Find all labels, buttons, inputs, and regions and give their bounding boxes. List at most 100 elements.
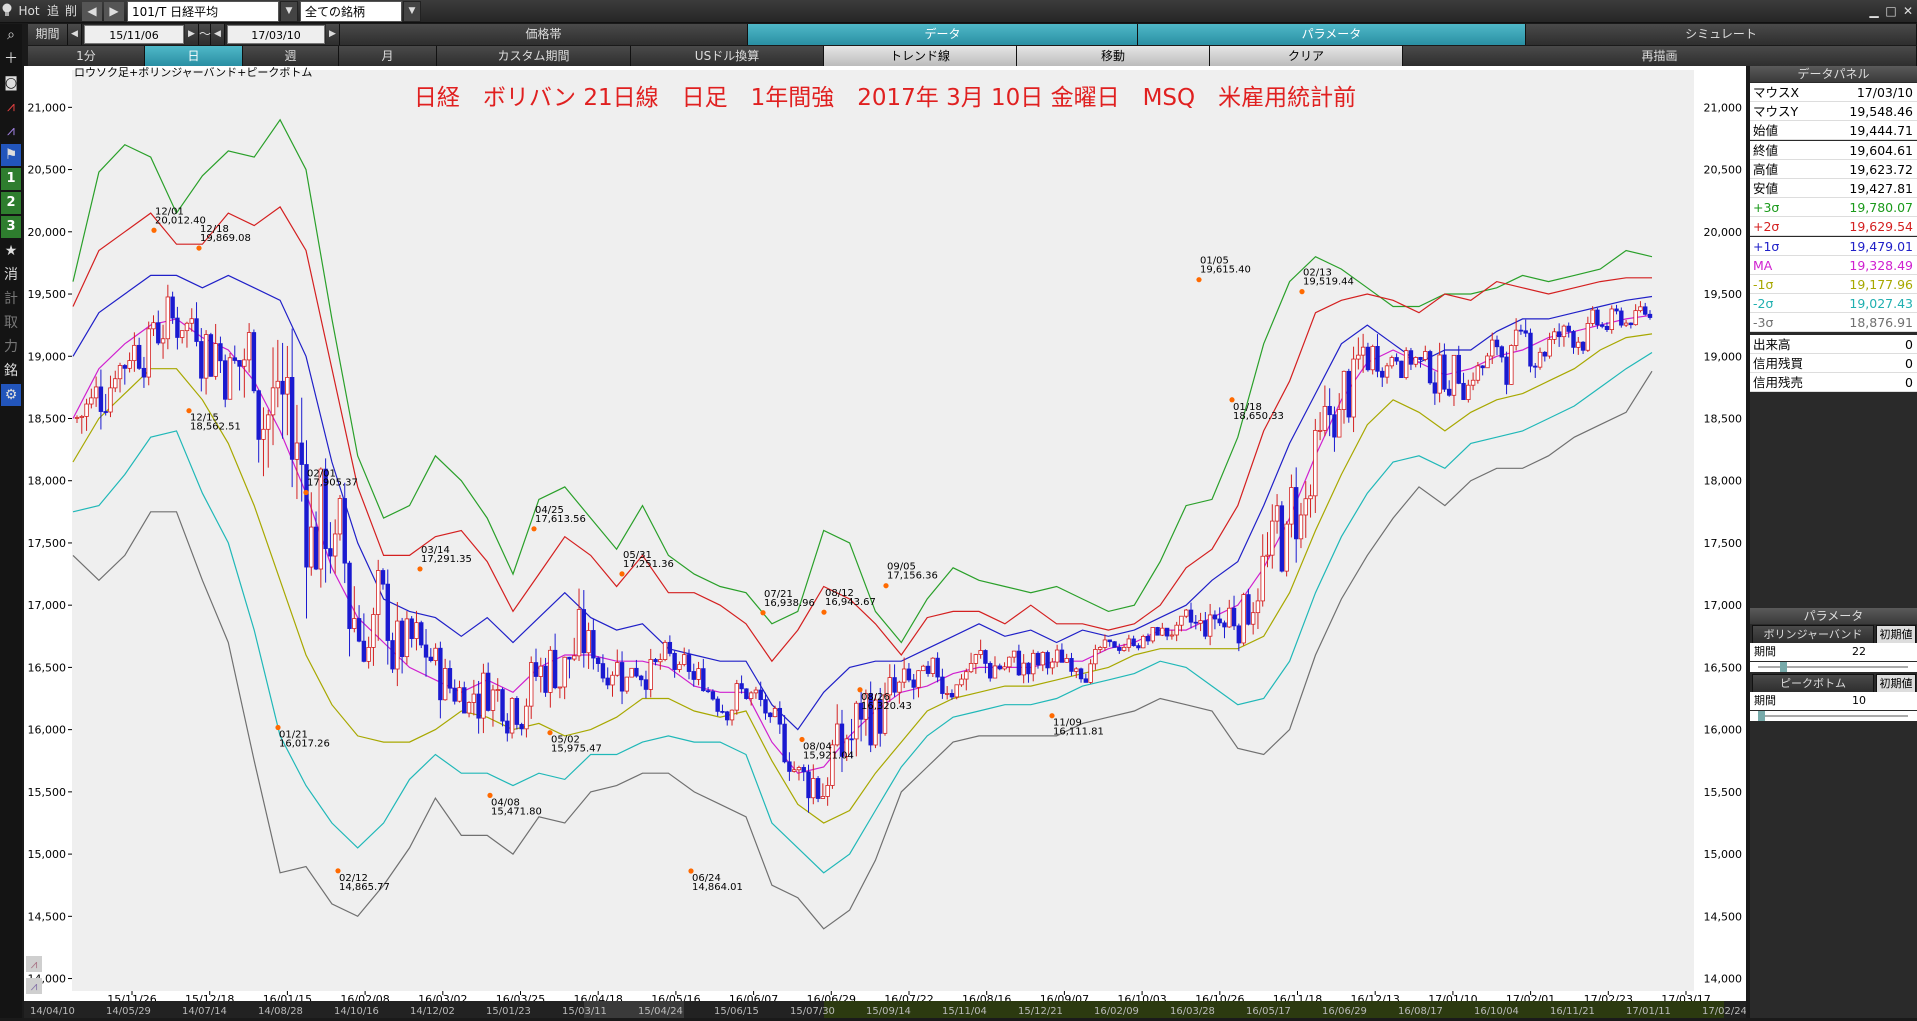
candle-body	[576, 609, 582, 657]
symbol-input[interactable]: 101/T 日経平均	[127, 1, 279, 22]
y-tick-label-left: 17,000	[28, 599, 67, 612]
maximize-icon[interactable]: □	[1884, 2, 1898, 21]
candle-body	[84, 403, 89, 417]
hot-button[interactable]: Hot	[16, 2, 42, 21]
camera-icon[interactable]: ◙	[1, 72, 21, 94]
data-panel-row: 終値 19,604.61	[1750, 140, 1917, 160]
tab-clear[interactable]: クリア	[1210, 46, 1403, 66]
add-button[interactable]: 追	[44, 2, 62, 21]
next-arrow-icon[interactable]: ▶	[326, 24, 340, 45]
bb-period-input[interactable]: 22	[1852, 643, 1866, 661]
candle-body	[600, 663, 606, 679]
peak-value-label: 16,943.67	[825, 597, 876, 608]
candle-body	[251, 332, 257, 392]
chart-panel[interactable]: 21,000 21,000 20,500 20,500 20,000 20,000 19,5…	[24, 66, 1746, 1001]
candle-body	[289, 377, 295, 460]
chevron-down-icon[interactable]: ▼	[403, 1, 421, 22]
gear-icon[interactable]: ⚙	[1, 384, 21, 406]
flag-icon[interactable]: ⚑	[1, 144, 21, 166]
tab-move[interactable]: 移動	[1017, 46, 1210, 66]
pb-period-slider[interactable]	[1750, 711, 1917, 721]
y-tick-label-left: 17,500	[28, 537, 67, 550]
search-icon[interactable]: ⌕	[1, 24, 21, 46]
candle-body	[356, 618, 362, 642]
candle-body	[925, 665, 931, 674]
candle-body	[1332, 414, 1337, 438]
candle-body	[906, 668, 912, 681]
lightbulb-icon[interactable]	[0, 2, 14, 21]
candle-body	[1556, 331, 1562, 338]
prev-arrow-icon[interactable]: ◀	[82, 2, 102, 21]
tab-trendline[interactable]: トレンド線	[824, 46, 1017, 66]
candle-body	[481, 672, 486, 719]
ticker-button[interactable]: 銘	[1, 360, 21, 382]
bb-reset-button[interactable]: 初期値	[1876, 625, 1916, 644]
calc-button[interactable]: 計	[1, 288, 21, 310]
preset-2-button[interactable]: 2	[1, 192, 21, 214]
candle-body	[223, 360, 228, 400]
from-date-input[interactable]: 15/11/06	[84, 25, 184, 44]
preset-1-button[interactable]: 1	[1, 168, 21, 190]
candle-body	[227, 357, 233, 400]
left-toolbar: ⌕ ＋ ◙ ⩘ ⩘ ⚑ 1 2 3 ★ 消 計 取 力 銘 ⚙	[0, 24, 22, 1018]
tab-weekly[interactable]: 週	[243, 46, 339, 66]
filter-select[interactable]: 全ての銘柄	[300, 1, 402, 22]
tab-parameter[interactable]: パラメータ	[1138, 24, 1526, 45]
candle-body	[113, 378, 118, 389]
data-panel-value: 19,177.96	[1849, 277, 1913, 292]
tab-simulate[interactable]: シミュレート	[1526, 24, 1917, 45]
candle-body	[117, 365, 123, 380]
next-arrow-icon[interactable]: ▶	[104, 2, 124, 21]
trade-button[interactable]: 取	[1, 312, 21, 334]
tab-custom-period[interactable]: カスタム期間	[437, 46, 631, 66]
candle-body	[552, 649, 558, 689]
peak-marker	[1196, 277, 1202, 283]
prev-arrow-icon[interactable]: ◀	[68, 24, 82, 45]
crosshair-icon[interactable]: ＋	[1, 48, 21, 70]
tab-monthly[interactable]: 月	[339, 46, 437, 66]
candle-body	[1327, 405, 1332, 416]
minimize-icon[interactable]: ▁	[1867, 2, 1881, 21]
delete-button[interactable]: 削	[62, 2, 80, 21]
candle-body	[1045, 652, 1050, 669]
tab-redraw[interactable]: 再描画	[1403, 46, 1917, 66]
pb-reset-button[interactable]: 初期値	[1876, 674, 1916, 693]
candle-body	[132, 344, 137, 362]
overview-strip[interactable]: 14/04/10 14/05/29 14/07/14 14/08/28 14/10/16…	[24, 1001, 1747, 1018]
chart-type-icon[interactable]: ⩘	[26, 956, 42, 972]
peak-value-label: 18,562.51	[190, 422, 241, 433]
tab-daily[interactable]: 日	[145, 46, 243, 66]
candle-body	[146, 328, 151, 378]
candle-body	[1212, 614, 1218, 620]
bb-period-slider[interactable]	[1750, 662, 1917, 672]
to-date-input[interactable]: 17/03/10	[227, 25, 325, 44]
chevron-down-icon[interactable]: ▼	[280, 1, 298, 22]
tab-1min[interactable]: 1分	[28, 46, 145, 66]
candle-body	[1590, 309, 1595, 324]
chart-title: 日経 ボリバン 21日線 日足 1年間強 2017年 3月 10日 金曜日 MS…	[413, 85, 1357, 111]
peak-value-label: 14,865.77	[339, 882, 390, 893]
tab-price-range[interactable]: 価格帯	[340, 24, 748, 45]
line-chart-icon[interactable]: ⩘	[1, 96, 21, 118]
peak-value-label: 15,975.47	[551, 744, 602, 755]
candle-body	[203, 334, 209, 379]
prev-arrow-icon[interactable]: ◀	[211, 24, 225, 45]
candle-body	[1609, 308, 1614, 330]
tab-data[interactable]: データ	[748, 24, 1138, 45]
force-button[interactable]: 力	[1, 336, 21, 358]
candle-body	[940, 676, 945, 694]
star-icon[interactable]: ★	[1, 240, 21, 262]
preset-3-button[interactable]: 3	[1, 216, 21, 238]
data-panel-row: 高値 19,623.72	[1750, 159, 1917, 179]
close-icon[interactable]: ✕	[1901, 2, 1915, 21]
candle-body	[1432, 382, 1438, 394]
next-arrow-icon[interactable]: ▶	[185, 24, 199, 45]
chart-type-alt-icon[interactable]: ⩘	[26, 978, 42, 994]
pb-period-input[interactable]: 10	[1852, 692, 1866, 710]
line-chart-alt-icon[interactable]: ⩘	[1, 120, 21, 142]
candle-body	[1504, 356, 1509, 385]
erase-button[interactable]: 消	[1, 264, 21, 286]
x-tick-label: 16/06/07	[729, 993, 778, 1001]
tab-usd-convert[interactable]: USドル換算	[631, 46, 824, 66]
candle-body	[1317, 429, 1323, 432]
